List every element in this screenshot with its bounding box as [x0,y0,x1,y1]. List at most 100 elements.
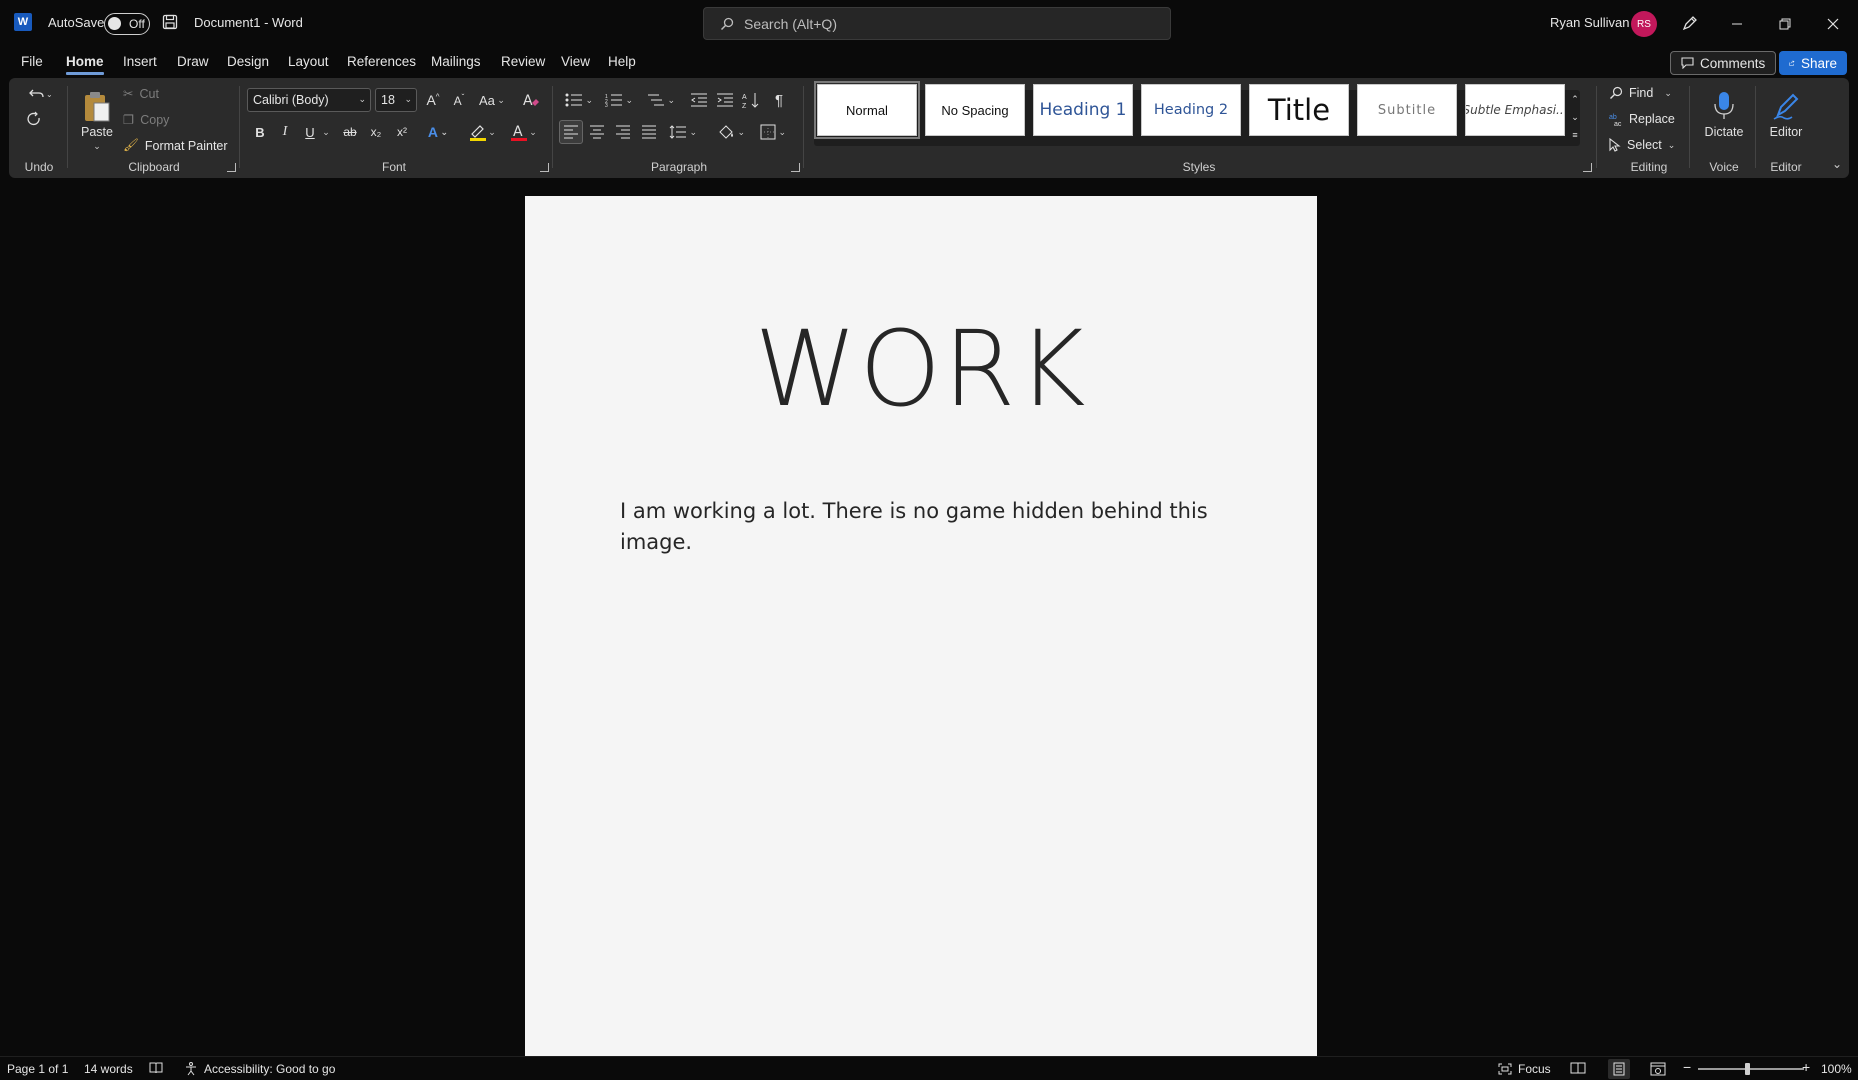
justify-button[interactable] [637,120,661,144]
copy-button[interactable]: ❐ Copy [123,112,169,128]
zoom-out-icon[interactable]: − [1683,1059,1691,1075]
align-left-button[interactable] [559,120,583,144]
document-heading[interactable]: WORK [525,308,1317,430]
highlight-color-button[interactable]: ⌄ [464,120,500,144]
style-heading-1[interactable]: Heading 1 [1033,84,1133,136]
autosave-toggle[interactable]: Off [104,13,150,35]
tab-layout[interactable]: Layout [288,54,329,69]
web-layout-icon[interactable] [1650,1062,1666,1076]
proofing-icon[interactable] [149,1062,163,1074]
shading-button[interactable]: ⌄ [713,120,749,144]
user-name[interactable]: Ryan Sullivan [1550,15,1630,30]
zoom-slider[interactable] [1698,1063,1804,1075]
document-page[interactable]: WORK I am working a lot. There is no gam… [525,196,1317,1056]
paste-button[interactable]: Paste ⌄ [77,84,117,158]
sort-icon: AZ [742,93,759,109]
align-center-button[interactable] [585,120,609,144]
chevron-down-icon: ⌄ [1659,87,1672,98]
decrease-indent-button[interactable] [687,88,711,112]
bullets-button[interactable]: ⌄ [561,88,597,112]
redo-button[interactable] [23,108,45,130]
style-no-spacing[interactable]: No Spacing [925,84,1025,136]
change-case-button[interactable]: Aa ⌄ [475,88,509,112]
underline-button[interactable]: U [299,120,321,144]
font-name-select[interactable]: Calibri (Body) ⌄ [247,88,371,112]
tab-review[interactable]: Review [501,54,545,69]
pen-icon[interactable] [1681,14,1699,32]
print-layout-icon[interactable] [1608,1059,1630,1079]
sort-button[interactable]: AZ [739,88,763,112]
word-window: W AutoSave Off Document1 - Word Search (… [0,0,1858,1080]
read-mode-icon[interactable] [1570,1062,1586,1074]
clipboard-launcher-icon[interactable] [227,163,236,172]
comments-button[interactable]: Comments [1670,51,1777,75]
underline-dropdown-icon[interactable]: ⌄ [321,122,331,142]
format-painter-button[interactable]: 🖌 Format Painter [123,138,228,153]
style-subtitle[interactable]: Subtitle [1357,84,1457,136]
tab-design[interactable]: Design [227,54,269,69]
styles-launcher-icon[interactable] [1583,163,1592,172]
line-spacing-button[interactable]: ⌄ [665,120,701,144]
superscript-button[interactable]: x² [390,120,414,144]
style-heading-2[interactable]: Heading 2 [1141,84,1241,136]
focus-button[interactable]: Focus [1498,1062,1551,1076]
style-title[interactable]: Title [1249,84,1349,136]
shrink-font-button[interactable]: Aˇ [447,88,471,112]
strikethrough-button[interactable]: ab [338,120,362,144]
search-box[interactable]: Search (Alt+Q) [703,7,1171,40]
tab-help[interactable]: Help [608,54,636,69]
close-button[interactable] [1810,0,1856,48]
clear-formatting-button[interactable]: A [519,88,543,112]
tab-references[interactable]: References [347,54,416,69]
word-count[interactable]: 14 words [84,1062,133,1076]
select-button[interactable]: Select ⌄ [1609,138,1675,152]
font-launcher-icon[interactable] [540,163,549,172]
restore-button[interactable] [1762,0,1808,48]
subscript-button[interactable]: x₂ [364,120,388,144]
avatar[interactable]: RS [1631,11,1657,37]
align-right-button[interactable] [611,120,635,144]
editor-button[interactable]: Editor [1761,84,1811,146]
font-size-select[interactable]: 18 ⌄ [375,88,417,112]
find-button[interactable]: Find ⌄ [1609,86,1672,100]
bold-button[interactable]: B [249,120,271,144]
increase-indent-button[interactable] [713,88,737,112]
document-paragraph[interactable]: I am working a lot. There is no game hid… [620,496,1220,558]
tab-view[interactable]: View [561,54,590,69]
replace-button[interactable]: ab ac Replace [1609,112,1675,126]
tab-home[interactable]: Home [66,54,104,75]
tab-file[interactable]: File [21,54,43,69]
share-button[interactable]: Share [1779,51,1847,75]
align-center-icon [590,125,604,139]
cut-button[interactable]: ✂ Cut [123,86,159,102]
comments-label: Comments [1700,55,1766,71]
grow-font-button[interactable]: A^ [421,88,445,112]
font-color-button[interactable]: A ⌄ [505,120,541,144]
zoom-level[interactable]: 100% [1821,1062,1852,1076]
tab-mailings[interactable]: Mailings [431,54,481,69]
text-effects-button[interactable]: A ⌄ [421,120,455,144]
italic-button[interactable]: I [274,120,296,144]
collapse-ribbon-icon[interactable]: ⌄ [1829,156,1845,172]
style-normal[interactable]: Normal [814,81,920,139]
styles-more-icon[interactable]: ≡ [1568,126,1582,144]
accessibility-status[interactable]: Accessibility: Good to go [184,1062,335,1076]
multilevel-list-icon [647,94,664,106]
zoom-in-icon[interactable]: + [1802,1059,1810,1075]
save-icon[interactable] [162,14,178,30]
zoom-slider-thumb[interactable] [1745,1063,1750,1075]
style-subtle-emphasis[interactable]: Subtle Emphasi... [1465,84,1565,136]
show-marks-button[interactable]: ¶ [767,88,791,112]
borders-button[interactable]: ⌄ [755,120,791,144]
styles-scroll-up-icon[interactable]: ⌃ [1568,90,1582,108]
minimize-button[interactable] [1714,0,1760,48]
tab-insert[interactable]: Insert [123,54,157,69]
styles-scroll-down-icon[interactable]: ⌄ [1568,108,1582,126]
undo-button[interactable]: ⌄ [23,84,57,104]
tab-draw[interactable]: Draw [177,54,209,69]
page-count[interactable]: Page 1 of 1 [7,1062,68,1076]
dictate-button[interactable]: Dictate [1697,84,1751,146]
multilevel-list-button[interactable]: ⌄ [643,88,679,112]
paragraph-launcher-icon[interactable] [791,163,800,172]
numbering-button[interactable]: 123 ⌄ [601,88,637,112]
